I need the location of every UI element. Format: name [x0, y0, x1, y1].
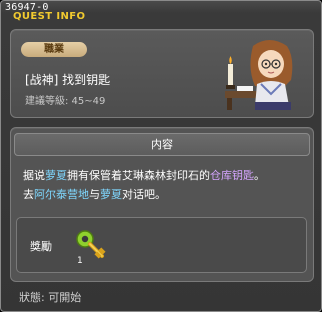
desc-text: 去: [23, 188, 34, 201]
npc-name-link: 萝夏: [100, 188, 122, 201]
reward-quantity: 1: [77, 256, 83, 266]
window-title: QUEST INFO: [13, 11, 86, 22]
quest-description: 据说萝夏拥有保管着艾琳森林封印石的仓库钥匙。 去阿尔泰营地与萝夏对话吧。: [23, 166, 307, 204]
reward-label: 獎勵: [30, 240, 52, 253]
desc-text: 对话吧。: [122, 188, 166, 201]
desc-text: 与: [89, 188, 100, 201]
desc-text: 拥有保管着艾琳森林封印石的: [67, 169, 210, 182]
map-name-link: 阿尔泰营地: [34, 188, 89, 201]
desc-text: 。: [254, 169, 265, 182]
reward-box: 獎勵 1: [16, 217, 307, 273]
quest-content-panel: 内容 据说萝夏拥有保管着艾琳森林封印石的仓库钥匙。 去阿尔泰营地与萝夏对话吧。 …: [10, 127, 314, 282]
content-heading: 内容: [14, 133, 310, 156]
category-badge: 職業: [21, 42, 87, 57]
npc-portrait-icon: [225, 40, 293, 110]
quest-status: 狀態: 可開始: [19, 291, 82, 304]
item-name-link: 仓库钥匙: [210, 169, 254, 182]
npc-name-link: 萝夏: [45, 169, 67, 182]
desc-text: 据说: [23, 169, 45, 182]
recommended-level: 建議等級: 45~49: [25, 96, 106, 107]
quest-summary-panel: 職業 [战神] 找到钥匙 建議等級: 45~49: [10, 29, 314, 118]
quest-info-window: 36947-0 QUEST INFO 職業 [战神] 找到钥匙 建議等級: 45…: [0, 0, 322, 312]
quest-name: [战神] 找到钥匙: [25, 73, 111, 87]
